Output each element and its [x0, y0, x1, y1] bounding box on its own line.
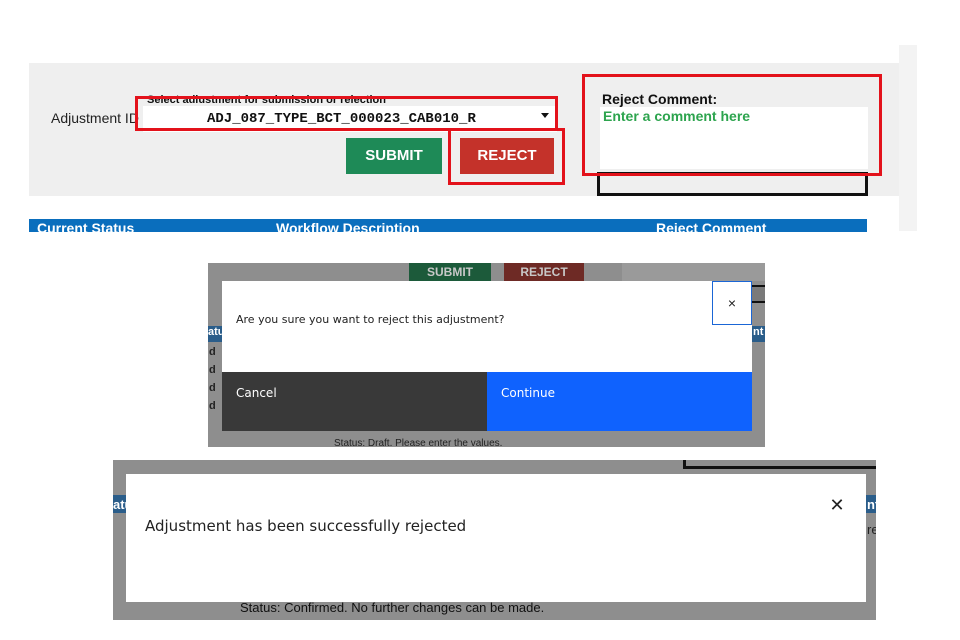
background-text-fragment: d	[209, 346, 216, 358]
continue-button[interactable]: Continue	[487, 372, 752, 431]
column-header-reject-comment: Reject Comment	[656, 220, 767, 232]
adjustment-id-label: Adjustment ID	[51, 110, 139, 126]
background-reject-button: REJECT	[504, 263, 584, 281]
background-comment-area	[622, 263, 765, 281]
success-message: Adjustment has been successfully rejecte…	[145, 517, 467, 535]
cancel-button[interactable]: Cancel	[222, 372, 487, 431]
background-text-fragment: d	[209, 364, 216, 376]
background-black-box	[752, 285, 765, 303]
background-black-box	[683, 460, 876, 469]
background-text-fragment: d	[209, 382, 216, 394]
submit-button[interactable]: SUBMIT	[346, 138, 442, 174]
confirmed-status-text: Status: Confirmed. No further changes ca…	[240, 600, 545, 615]
column-header-workflow-description: Workflow Description	[276, 220, 420, 232]
close-icon[interactable]: ✕	[826, 494, 848, 516]
background-text-fragment: re	[867, 522, 876, 537]
highlight-comment-outline	[582, 74, 882, 176]
status-table-header: Current Status Workflow Description Reje…	[29, 219, 867, 232]
column-header-current-status: Current Status	[37, 220, 135, 232]
draft-status-text: Status: Draft. Please enter the values.	[334, 438, 503, 447]
highlight-select-outline	[135, 96, 558, 131]
close-icon[interactable]: ×	[712, 281, 752, 325]
background-text-fragment: nt	[753, 326, 764, 338]
background-submit-button: SUBMIT	[409, 263, 491, 281]
background-text-fragment: nt	[867, 497, 876, 512]
highlight-reject-outline	[448, 128, 565, 185]
success-notification-dialog	[126, 474, 866, 602]
background-text-fragment: d	[209, 400, 216, 412]
panel-edge-strip	[899, 45, 917, 231]
reject-confirm-message: Are you sure you want to reject this adj…	[236, 313, 505, 326]
